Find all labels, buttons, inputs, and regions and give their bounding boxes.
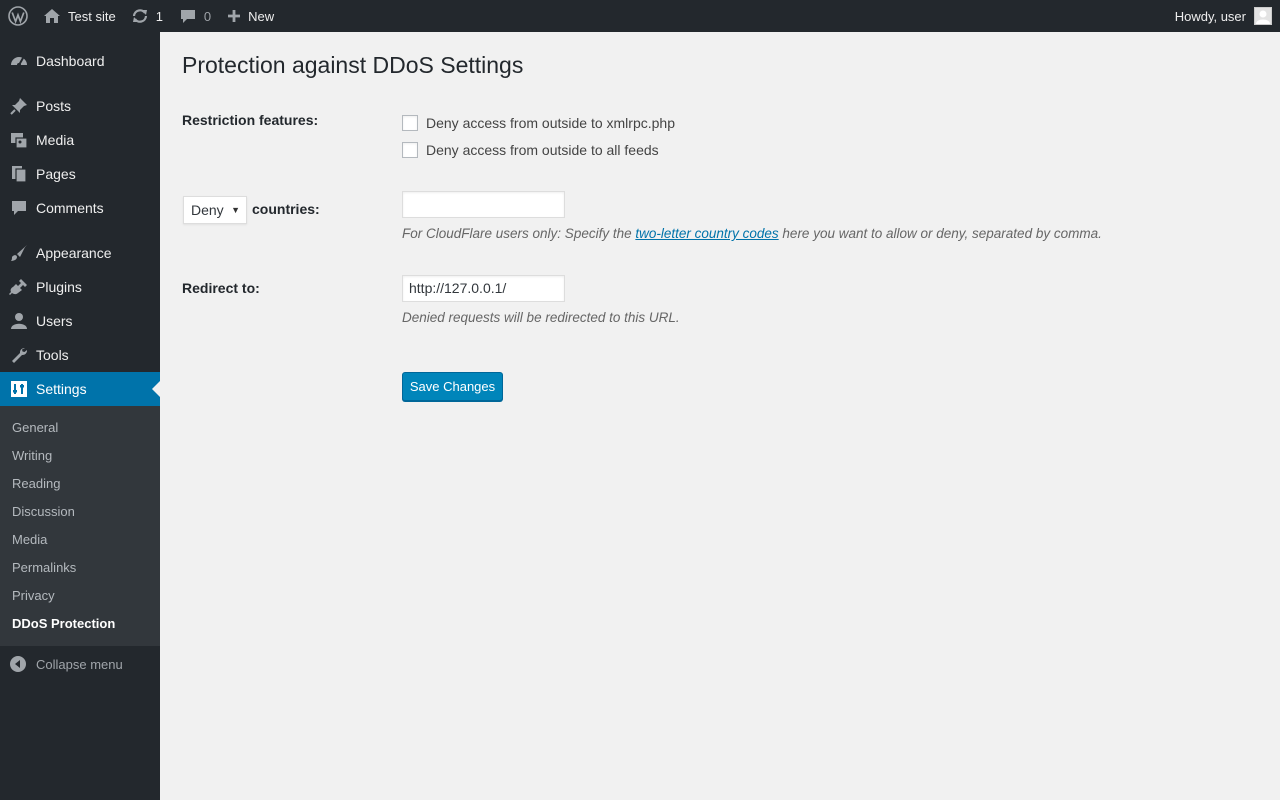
menu-label: Pages (36, 166, 76, 182)
countries-desc-text-end: here you want to allow or deny, separate… (778, 226, 1102, 241)
submenu-permalinks[interactable]: Permalinks (12, 560, 76, 575)
plus-icon (227, 9, 241, 23)
countries-description: For CloudFlare users only: Specify the t… (402, 226, 1102, 241)
menu-label: Posts (36, 98, 72, 114)
menu-appearance[interactable]: Appearance (0, 236, 160, 270)
pin-icon (0, 96, 36, 116)
user-icon (0, 311, 36, 331)
wordpress-logo-icon[interactable] (0, 0, 34, 32)
submenu-discussion[interactable]: Discussion (12, 504, 75, 519)
submenu-general[interactable]: General (12, 420, 58, 435)
comment-bubble-icon (179, 8, 197, 24)
submenu-reading[interactable]: Reading (12, 476, 60, 491)
menu-tools[interactable]: Tools (0, 338, 160, 372)
countries-label: countries: (252, 201, 320, 217)
howdy-text: Howdy, user (1174, 8, 1246, 24)
updates-link[interactable]: 1 (123, 0, 171, 32)
menu-pages[interactable]: Pages (0, 157, 160, 191)
admin-bar: Test site 1 0 New Howdy, user (0, 0, 1280, 32)
xmlrpc-checkbox[interactable] (402, 115, 418, 131)
feeds-option[interactable]: Deny access from outside to all feeds (402, 142, 659, 158)
brush-icon (0, 243, 36, 263)
home-icon (43, 8, 61, 24)
page-title: Protection against DDoS Settings (182, 52, 524, 78)
redirect-url-input[interactable]: http://127.0.0.1/ (402, 275, 565, 302)
settings-icon (0, 380, 36, 398)
countries-input[interactable] (402, 191, 565, 218)
menu-label: Dashboard (36, 53, 105, 69)
pages-icon (0, 164, 36, 184)
site-name: Test site (68, 8, 116, 24)
redirect-description: Denied requests will be redirected to th… (402, 310, 680, 325)
select-value: Deny (191, 202, 224, 218)
new-label: New (248, 8, 275, 24)
menu-settings[interactable]: Settings (0, 372, 160, 406)
menu-label: Settings (36, 381, 87, 397)
collapse-arrow-icon (0, 655, 36, 673)
site-name-link[interactable]: Test site (34, 0, 123, 32)
plugin-icon (0, 277, 36, 297)
xmlrpc-checkbox-label: Deny access from outside to xmlrpc.php (426, 115, 675, 131)
submenu-ddos-protection[interactable]: DDoS Protection (12, 616, 115, 631)
menu-label: Media (36, 132, 75, 148)
country-codes-link[interactable]: two-letter country codes (635, 226, 778, 241)
main-content: Protection against DDoS Settings Restric… (160, 32, 1280, 800)
my-account-link[interactable]: Howdy, user (1175, 0, 1280, 32)
dashboard-icon (0, 51, 36, 71)
menu-posts[interactable]: Posts (0, 89, 160, 123)
menu-users[interactable]: Users (0, 304, 160, 338)
new-content-link[interactable]: New (219, 0, 282, 32)
admin-sidebar: Dashboard Posts Media Pages Comments App… (0, 32, 160, 800)
collapse-label: Collapse menu (36, 656, 123, 672)
menu-comments[interactable]: Comments (0, 191, 160, 225)
comments-count: 0 (203, 8, 212, 24)
collapse-menu-button[interactable]: Collapse menu (0, 650, 160, 678)
redirect-label: Redirect to: (182, 280, 260, 296)
wrench-icon (0, 345, 36, 365)
dropdown-arrow-icon: ▼ (231, 205, 240, 215)
save-changes-button[interactable]: Save Changes (402, 372, 503, 401)
updates-count: 1 (155, 8, 163, 24)
media-icon (0, 130, 36, 150)
comment-icon (0, 198, 36, 218)
menu-plugins[interactable]: Plugins (0, 270, 160, 304)
menu-label: Comments (36, 200, 104, 216)
avatar (1254, 7, 1272, 25)
submenu-privacy[interactable]: Privacy (12, 588, 55, 603)
deny-allow-select[interactable]: Deny ▼ (183, 196, 247, 224)
restriction-features-label: Restriction features: (182, 112, 319, 128)
feeds-checkbox-label: Deny access from outside to all feeds (426, 142, 659, 158)
menu-dashboard[interactable]: Dashboard (0, 44, 160, 78)
menu-label: Plugins (36, 279, 82, 295)
menu-media[interactable]: Media (0, 123, 160, 157)
countries-desc-text: For CloudFlare users only: Specify the (402, 226, 636, 241)
menu-label: Appearance (36, 245, 112, 261)
settings-submenu: General Writing Reading Discussion Media… (0, 406, 160, 646)
submenu-writing[interactable]: Writing (12, 448, 52, 463)
xmlrpc-option[interactable]: Deny access from outside to xmlrpc.php (402, 115, 675, 131)
feeds-checkbox[interactable] (402, 142, 418, 158)
menu-label: Users (36, 313, 73, 329)
update-icon (131, 8, 149, 24)
menu-label: Tools (36, 347, 69, 363)
submenu-media[interactable]: Media (12, 532, 47, 547)
comments-link[interactable]: 0 (171, 0, 219, 32)
